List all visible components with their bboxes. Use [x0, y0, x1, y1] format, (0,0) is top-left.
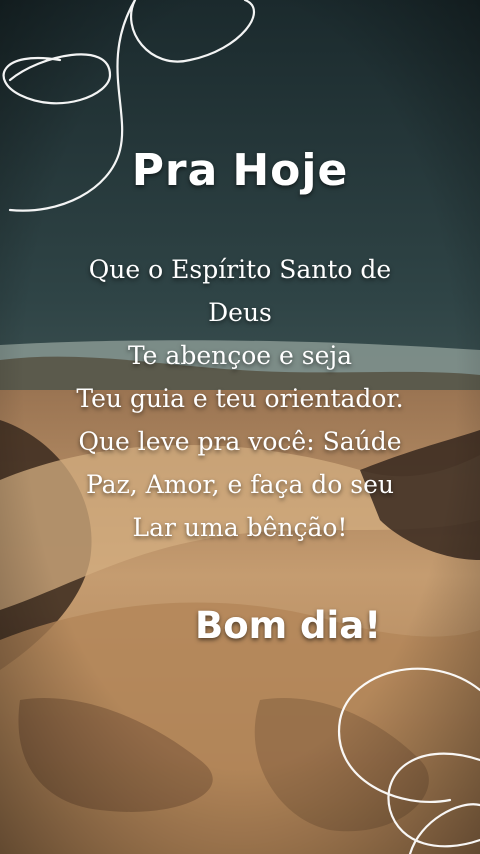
page-title: Pra Hoje	[0, 145, 480, 196]
message-line: Que leve pra você: Saúde	[78, 427, 402, 456]
greeting-text: Bom dia!	[195, 604, 382, 647]
message-line: Teu guia e teu orientador.	[76, 384, 404, 413]
blessing-message: Que o Espírito Santo de Deus Te abençoe …	[0, 248, 480, 549]
message-line: Que o Espírito Santo de	[88, 255, 392, 284]
message-line: Lar uma bênção!	[132, 513, 348, 542]
title-word-1: Pra	[131, 145, 219, 196]
message-line: Paz, Amor, e faça do seu	[85, 470, 395, 499]
message-line: Te abençoe e seja	[127, 341, 353, 370]
message-line: Deus	[208, 298, 272, 327]
title-word-2: Hoje	[232, 145, 349, 196]
